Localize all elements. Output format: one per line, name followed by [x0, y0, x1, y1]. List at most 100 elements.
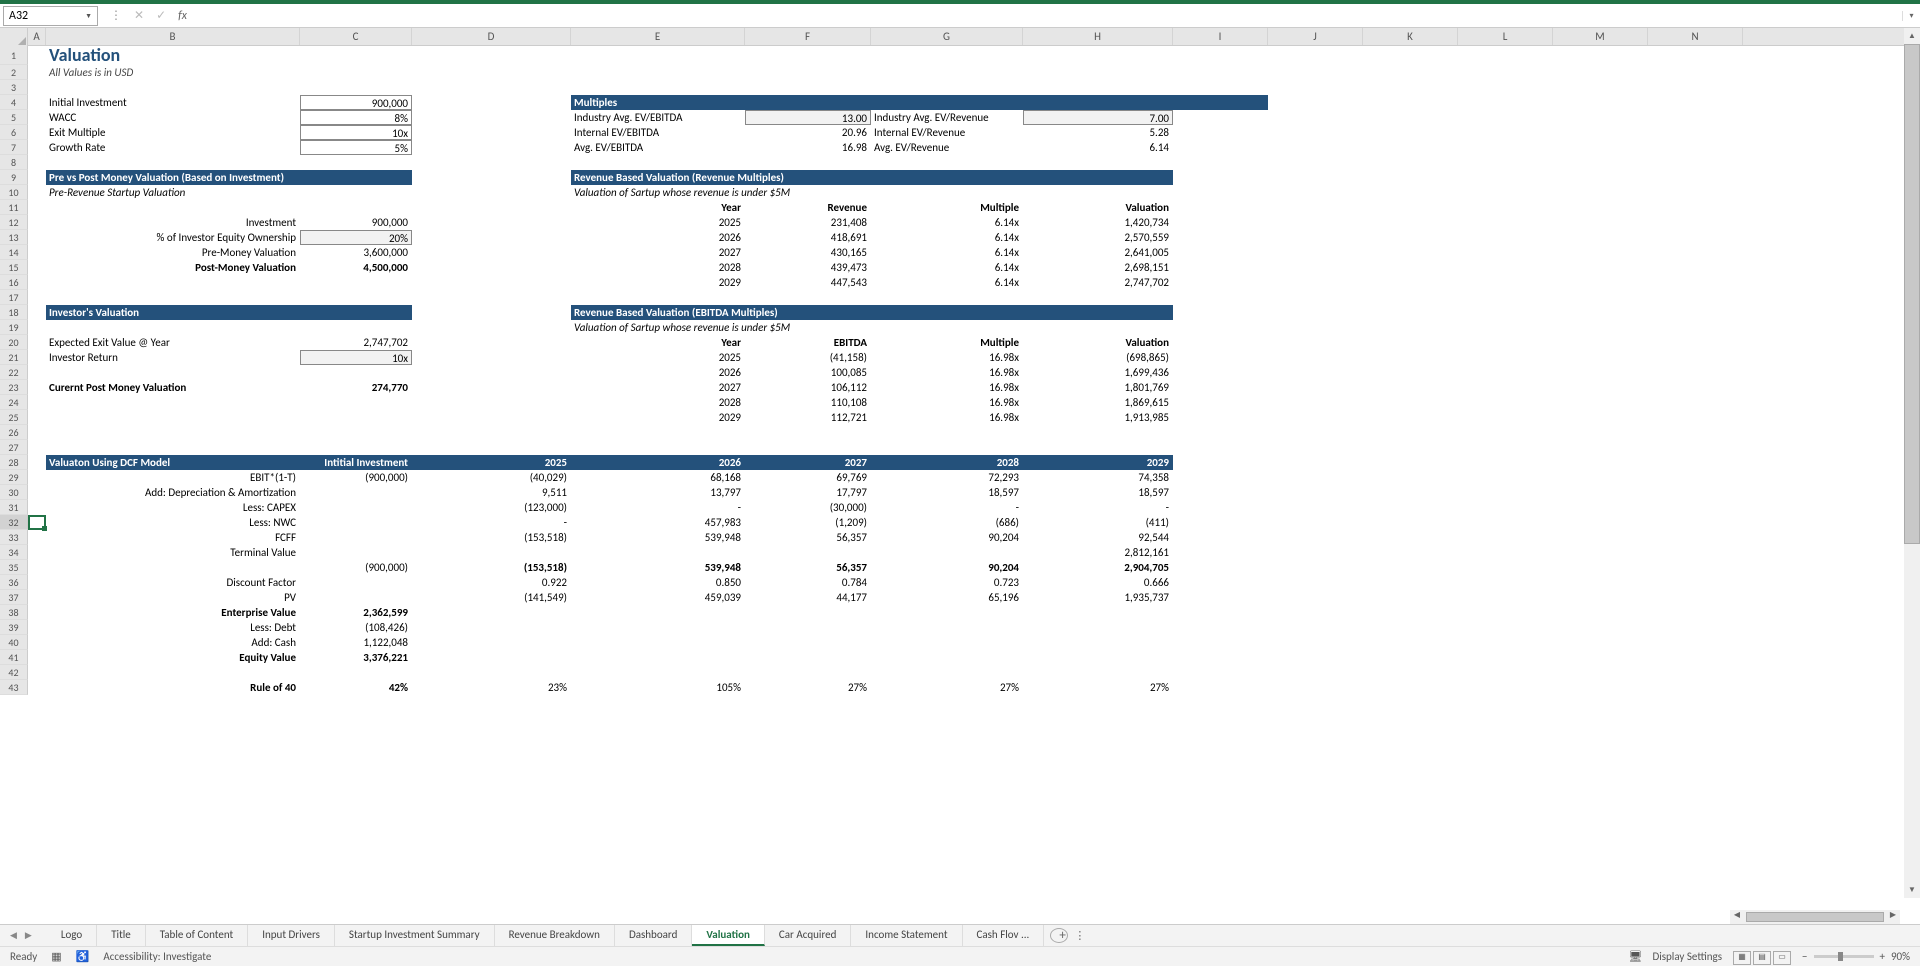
cell[interactable]: Rule of 40 — [46, 680, 300, 695]
cell[interactable]: Revenue — [745, 200, 871, 215]
cell[interactable] — [1553, 215, 1648, 230]
cell[interactable]: 539,948 — [571, 530, 745, 545]
row-header[interactable]: 1 — [0, 46, 28, 65]
cell[interactable] — [1648, 380, 1743, 395]
cell[interactable]: 105% — [571, 680, 745, 695]
cell[interactable] — [1458, 320, 1553, 335]
cell[interactable] — [1648, 350, 1743, 365]
expand-formula-icon[interactable]: ▾ — [1902, 11, 1920, 21]
view-buttons[interactable]: ▦▤▭ — [1732, 949, 1792, 965]
cell[interactable] — [1268, 125, 1363, 140]
cell[interactable] — [571, 440, 745, 455]
row-header[interactable]: 10 — [0, 185, 28, 200]
cell[interactable]: 2027 — [745, 455, 871, 470]
cell[interactable]: 2027 — [571, 245, 745, 260]
cell[interactable] — [1553, 365, 1648, 380]
cell[interactable]: 27% — [745, 680, 871, 695]
cell[interactable] — [46, 80, 300, 95]
row-header[interactable]: 39 — [0, 620, 28, 635]
cell[interactable] — [300, 80, 412, 95]
cell[interactable] — [300, 290, 412, 305]
cell[interactable] — [1553, 680, 1648, 695]
tab-nav[interactable]: ◀▶ — [10, 930, 47, 941]
cell[interactable] — [1648, 245, 1743, 260]
cell[interactable] — [1363, 110, 1458, 125]
cell[interactable]: 2,570,559 — [1023, 230, 1173, 245]
cell[interactable] — [1458, 80, 1553, 95]
cell[interactable] — [1553, 620, 1648, 635]
cell[interactable] — [300, 410, 412, 425]
cell[interactable] — [28, 680, 46, 695]
cell[interactable] — [1268, 515, 1363, 530]
cell[interactable] — [745, 635, 871, 650]
cell[interactable] — [28, 215, 46, 230]
cell[interactable] — [1648, 110, 1743, 125]
cell[interactable] — [1173, 470, 1268, 485]
cell[interactable] — [1553, 245, 1648, 260]
zoom-control[interactable]: − + 90% — [1802, 950, 1910, 963]
row-header[interactable]: 15 — [0, 260, 28, 275]
cell[interactable]: WACC — [46, 110, 300, 125]
cell[interactable] — [1553, 65, 1648, 80]
row-header[interactable]: 5 — [0, 110, 28, 125]
cell[interactable] — [1268, 290, 1363, 305]
cell[interactable]: 274,770 — [300, 380, 412, 395]
cell[interactable] — [1458, 515, 1553, 530]
cell[interactable] — [1648, 155, 1743, 170]
cell[interactable] — [1648, 125, 1743, 140]
cell[interactable]: Valuation of Sartup whose revenue is und… — [571, 320, 1023, 335]
cell[interactable] — [1363, 425, 1458, 440]
cell[interactable] — [745, 155, 871, 170]
cell[interactable]: (698,865) — [1023, 350, 1173, 365]
cell[interactable] — [1173, 335, 1268, 350]
cell[interactable] — [28, 530, 46, 545]
cell[interactable] — [28, 80, 46, 95]
cell[interactable] — [1458, 665, 1553, 680]
cell[interactable] — [412, 65, 571, 80]
cell[interactable] — [1458, 365, 1553, 380]
cell[interactable] — [1458, 335, 1553, 350]
row-header[interactable]: 8 — [0, 155, 28, 170]
cell[interactable] — [1553, 305, 1648, 320]
row-header[interactable]: 41 — [0, 650, 28, 665]
cell[interactable] — [1173, 125, 1268, 140]
cell[interactable] — [300, 425, 412, 440]
fx-icon[interactable]: fx — [178, 9, 187, 23]
cell[interactable]: 2025 — [571, 215, 745, 230]
cell[interactable] — [1268, 200, 1363, 215]
cell[interactable] — [1458, 530, 1553, 545]
cell[interactable] — [1363, 395, 1458, 410]
cell[interactable] — [1173, 605, 1268, 620]
cell[interactable] — [1458, 500, 1553, 515]
cell[interactable]: 18,597 — [1023, 485, 1173, 500]
cell[interactable] — [1268, 455, 1363, 470]
cell[interactable] — [28, 470, 46, 485]
cell[interactable] — [28, 185, 46, 200]
cell[interactable] — [745, 425, 871, 440]
cell[interactable]: 418,691 — [745, 230, 871, 245]
cell[interactable] — [1363, 515, 1458, 530]
cell[interactable] — [1458, 125, 1553, 140]
cell[interactable] — [1268, 530, 1363, 545]
cell[interactable] — [412, 320, 571, 335]
cell[interactable] — [1173, 365, 1268, 380]
cell[interactable] — [871, 665, 1023, 680]
cell[interactable] — [745, 545, 871, 560]
cell[interactable]: 56,357 — [745, 560, 871, 575]
cell[interactable] — [300, 155, 412, 170]
cell[interactable] — [1363, 380, 1458, 395]
cell[interactable] — [1648, 395, 1743, 410]
cell[interactable]: Internal EV/Revenue — [871, 125, 1023, 140]
cell[interactable]: 2028 — [571, 260, 745, 275]
cell[interactable]: Investor's Valuation — [46, 305, 412, 320]
cell[interactable] — [571, 290, 745, 305]
cell[interactable] — [1363, 680, 1458, 695]
cell[interactable] — [1173, 170, 1268, 185]
cell[interactable]: 2028 — [571, 395, 745, 410]
cell[interactable]: 20.96 — [745, 125, 871, 140]
cell[interactable]: (153,518) — [412, 560, 571, 575]
hscroll-thumb[interactable] — [1746, 912, 1884, 922]
scroll-up-icon[interactable]: ▲ — [1904, 28, 1920, 44]
cell[interactable] — [1458, 140, 1553, 155]
sheet-tab[interactable]: Revenue Breakdown — [495, 925, 615, 946]
